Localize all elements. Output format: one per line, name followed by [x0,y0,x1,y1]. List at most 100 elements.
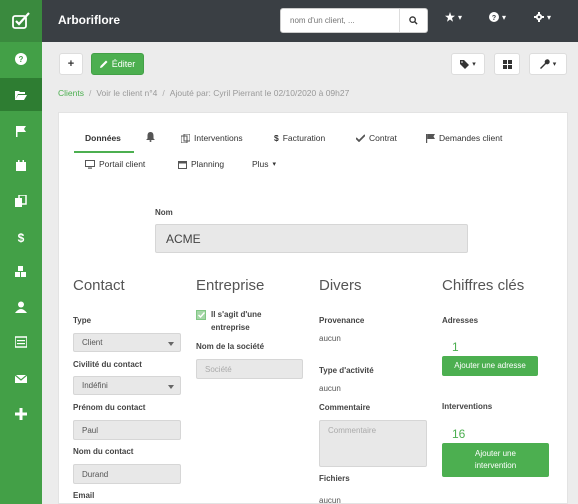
svg-text:$: $ [18,231,25,243]
tab-donnees[interactable]: Données [85,133,121,143]
commentaire-textarea[interactable]: Commentaire [319,420,427,467]
check-icon [356,134,365,142]
topbar: Arboriflore ▾ ? ▾ ▾ [42,0,578,42]
tag-icon [460,59,470,69]
search-icon [409,16,418,25]
tab-demandes-client[interactable]: Demandes client [426,133,502,143]
nom-input[interactable]: ACME [155,224,468,253]
tab-planning[interactable]: Planning [178,159,224,169]
wrench-icon [539,59,550,69]
tab-contrat[interactable]: Contrat [356,133,397,143]
fichiers-value: aucun [319,496,341,504]
tab-plus-dropdown[interactable]: Plus ▾ [252,159,276,169]
breadcrumb-current: Voir le client n°4 [96,88,158,98]
plus-nav-icon[interactable] [0,397,42,430]
app-title: Arboriflore [58,13,121,27]
tab-portail-client[interactable]: Portail client [85,159,145,169]
divers-heading: Divers [319,277,362,294]
flag-icon [426,133,435,143]
cubes-nav-icon[interactable] [0,255,42,288]
search-box [280,8,428,33]
help-dropdown[interactable]: ? ▾ [489,12,506,22]
folder-open-nav-icon[interactable] [0,78,42,111]
favorites-dropdown[interactable]: ▾ [445,12,462,22]
type-select[interactable]: Client [73,333,181,352]
caret-down-icon: ▾ [472,61,476,68]
dollar-icon: $ [274,133,279,143]
bell-icon [146,132,155,142]
svg-text:?: ? [19,55,24,64]
settings-dropdown[interactable]: ▾ [534,12,551,22]
edit-button-label: Éditer [111,59,136,69]
tab-label: Interventions [194,133,243,143]
user-nav-icon[interactable] [0,290,42,323]
contact-heading: Contact [73,277,125,294]
sidebar: ? $ [0,0,42,504]
tab-label: Demandes client [439,133,503,143]
societe-input[interactable]: Société [196,359,303,379]
nom-label: Nom [155,208,173,217]
envelope-nav-icon[interactable] [0,362,42,395]
caret-down-icon: ▾ [552,61,557,68]
pencil-icon [99,60,108,68]
adresses-count: 1 [452,340,459,354]
adresses-label: Adresses [442,316,479,325]
fichiers-label: Fichiers [319,474,350,483]
calendar-nav-icon[interactable] [0,149,42,182]
nom-contact-label: Nom du contact [73,447,134,456]
search-input[interactable] [281,9,399,32]
add-intervention-button[interactable]: Ajouter une intervention [442,443,549,477]
entreprise-checkbox[interactable] [196,310,206,320]
flag-nav-icon[interactable] [0,114,42,147]
tools-dropdown[interactable]: ▾ [529,53,567,75]
help-nav-icon[interactable]: ? [0,42,42,75]
interventions-count: 16 [452,427,466,441]
breadcrumb: Clients / Voir le client n°4 / Ajouté par: C… [58,88,349,98]
caret-down-icon: ▾ [502,12,507,22]
tab-label: Planning [191,159,225,169]
add-intervention-label-1: Ajouter une [475,449,516,458]
breadcrumb-separator: / [88,88,92,98]
grid-view-button[interactable] [494,53,520,75]
star-icon [445,12,455,22]
svg-text:?: ? [492,15,496,22]
edit-button[interactable]: Éditer [91,53,144,75]
breadcrumb-meta: Ajouté par: Cyril Pierrant le 02/10/2020… [169,88,350,98]
tab-facturation[interactable]: $ Facturation [274,133,325,143]
entreprise-checkbox-label: Il s'agit d'une [211,310,262,319]
question-circle-icon: ? [489,12,499,22]
provenance-label: Provenance [319,316,365,325]
commentaire-label: Commentaire [319,403,371,412]
activite-value: aucun [319,384,341,393]
add-button[interactable]: + [59,53,83,75]
activite-label: Type d'activité [319,366,374,375]
add-intervention-label-2: intervention [474,461,517,470]
calendar-icon [178,160,187,169]
tags-dropdown[interactable]: ▾ [451,53,485,75]
tab-label: Facturation [282,133,326,143]
tab-notifications[interactable] [146,132,155,142]
list-nav-icon[interactable] [0,325,42,358]
dollar-nav-icon[interactable]: $ [0,220,42,253]
add-address-button[interactable]: Ajouter une adresse [442,356,538,376]
grid-icon [502,59,512,69]
nom-contact-input[interactable]: Durand [73,464,181,484]
caret-down-icon: ▾ [547,12,552,22]
search-button[interactable] [399,9,427,32]
app-logo-icon[interactable] [0,0,42,42]
caret-down-icon: ▾ [272,161,277,168]
copy-nav-icon[interactable] [0,184,42,217]
prenom-label: Prénom du contact [73,403,146,412]
tab-interventions[interactable]: Interventions [181,133,243,143]
tab-label: Portail client [99,159,146,169]
active-tab-indicator [74,151,134,153]
interventions-label: Interventions [442,402,493,411]
check-icon [197,312,205,318]
prenom-input[interactable]: Paul [73,420,181,440]
chiffres-heading: Chiffres clés [442,277,525,294]
societe-label: Nom de la société [196,342,265,351]
breadcrumb-clients-link[interactable]: Clients [58,88,84,98]
civilite-select[interactable]: Indéfini [73,376,181,395]
breadcrumb-separator: / [162,88,165,98]
copy-icon [181,133,190,143]
